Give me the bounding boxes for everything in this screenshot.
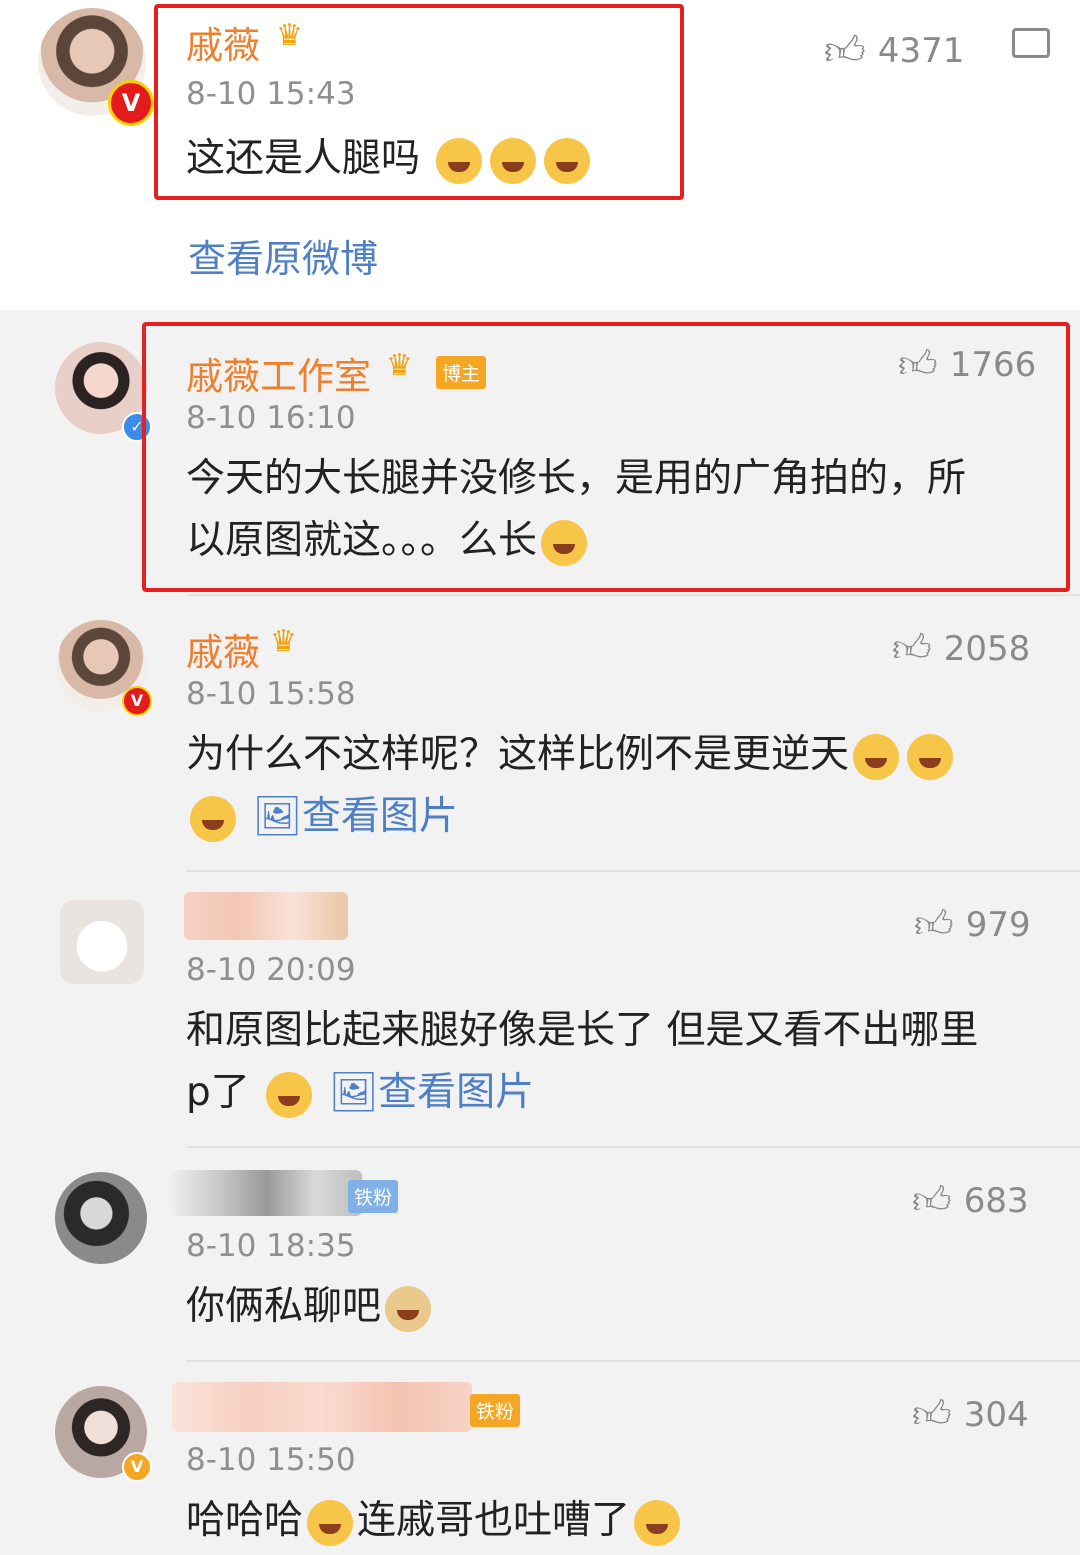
- verified-icon: V: [122, 1452, 152, 1482]
- like-count: 683: [963, 1181, 1029, 1221]
- fan-tag: 铁粉: [348, 1180, 399, 1213]
- crown-icon: ♛: [270, 624, 297, 659]
- comment-line-2: 🖼︎查看图片: [186, 786, 957, 848]
- comment-line: 和原图比起来腿好像是长了 但是又看不出哪里: [186, 1008, 979, 1053]
- comment-line: p了: [186, 1070, 250, 1115]
- comment-line: 连戚哥也吐嘈了: [357, 1498, 631, 1543]
- divider: [186, 594, 1080, 596]
- view-image-label: 查看图片: [301, 794, 458, 839]
- comment-text: 为什么不这样呢？这样比例不是更逆天 🖼︎查看图片: [186, 724, 957, 848]
- like-count: 979: [965, 905, 1031, 945]
- comment-time: 8-10 15:50: [186, 1442, 356, 1478]
- shush-emoji: [190, 795, 236, 842]
- comment-icon[interactable]: [1012, 28, 1050, 58]
- commenter-name[interactable]: 戚薇: [186, 622, 260, 676]
- doge-emoji: [385, 1285, 432, 1332]
- like-button[interactable]: 👍︎ 683: [912, 1178, 1029, 1224]
- redacted-username: [172, 1170, 362, 1216]
- like-button[interactable]: 👍︎ 2058: [892, 626, 1030, 672]
- comment-text: 你俩私聊吧: [186, 1276, 435, 1338]
- image-icon: 🖼︎: [252, 794, 302, 839]
- thumb-up-icon: 👍︎: [912, 1392, 952, 1436]
- shush-emoji: [907, 733, 954, 780]
- comment-feed: ✓ 戚薇工作室 ♛ 博主 8-10 16:10 今天的大长腿并没修长，是用的广角…: [0, 310, 1080, 1555]
- verified-icon: V: [122, 686, 152, 716]
- comment-time: 8-10 20:09: [186, 952, 356, 988]
- divider: [186, 1360, 1080, 1362]
- laugh-emoji: [634, 1499, 681, 1546]
- view-image-link[interactable]: 🖼︎查看图片: [252, 794, 458, 839]
- image-icon: 🖼︎: [328, 1070, 379, 1115]
- thumb-up-icon: 👍︎: [912, 1178, 952, 1222]
- redacted-username: [172, 1382, 472, 1432]
- thumb-up-icon: 👍︎: [914, 902, 954, 946]
- like-count: 4371: [877, 31, 965, 71]
- comment-text: 和原图比起来腿好像是长了 但是又看不出哪里 p了 🖼︎查看图片: [186, 1000, 978, 1124]
- like-button[interactable]: 👍︎ 979: [914, 902, 1031, 948]
- view-original-link[interactable]: 查看原微博: [188, 228, 378, 283]
- comment-line: 为什么不这样呢？这样比例不是更逆天: [186, 732, 850, 777]
- avatar[interactable]: [55, 1172, 147, 1264]
- divider: [186, 1146, 1080, 1148]
- like-count: 2058: [943, 629, 1031, 669]
- comment-time: 8-10 18:35: [186, 1228, 356, 1264]
- view-image-label: 查看图片: [378, 1070, 535, 1115]
- view-image-link[interactable]: 🖼︎查看图片: [329, 1070, 535, 1115]
- highlight-box: [142, 322, 1070, 592]
- dizzy-emoji: [266, 1071, 313, 1118]
- like-count: 304: [963, 1395, 1029, 1435]
- like-button[interactable]: 👍︎ 4371: [824, 27, 964, 75]
- comment-line: 哈哈哈: [186, 1498, 304, 1543]
- comment-time: 8-10 15:58: [186, 676, 356, 712]
- comment-line-2: p了 🖼︎查看图片: [186, 1062, 978, 1124]
- comment-text: 哈哈哈 连戚哥也吐嘈了: [186, 1490, 684, 1552]
- original-comment-section: V 戚薇 ♛ 8-10 15:43 这还是人腿吗 👍︎ 4371 查看原微博: [0, 0, 1080, 310]
- thumb-up-icon: 👍︎: [892, 626, 932, 670]
- laugh-emoji: [307, 1499, 354, 1546]
- comment-line: 你俩私聊吧: [186, 1284, 382, 1329]
- fan-tag: 铁粉: [470, 1394, 521, 1427]
- comment-line-1: 为什么不这样呢？这样比例不是更逆天: [186, 724, 957, 786]
- shush-emoji: [853, 733, 900, 780]
- thumb-up-icon: 👍︎: [824, 28, 866, 74]
- verified-icon: V: [108, 80, 154, 126]
- redacted-username: [184, 892, 348, 940]
- highlight-box: [154, 4, 684, 200]
- like-button[interactable]: 👍︎ 304: [912, 1392, 1029, 1438]
- divider: [186, 870, 1080, 872]
- avatar[interactable]: [60, 900, 144, 984]
